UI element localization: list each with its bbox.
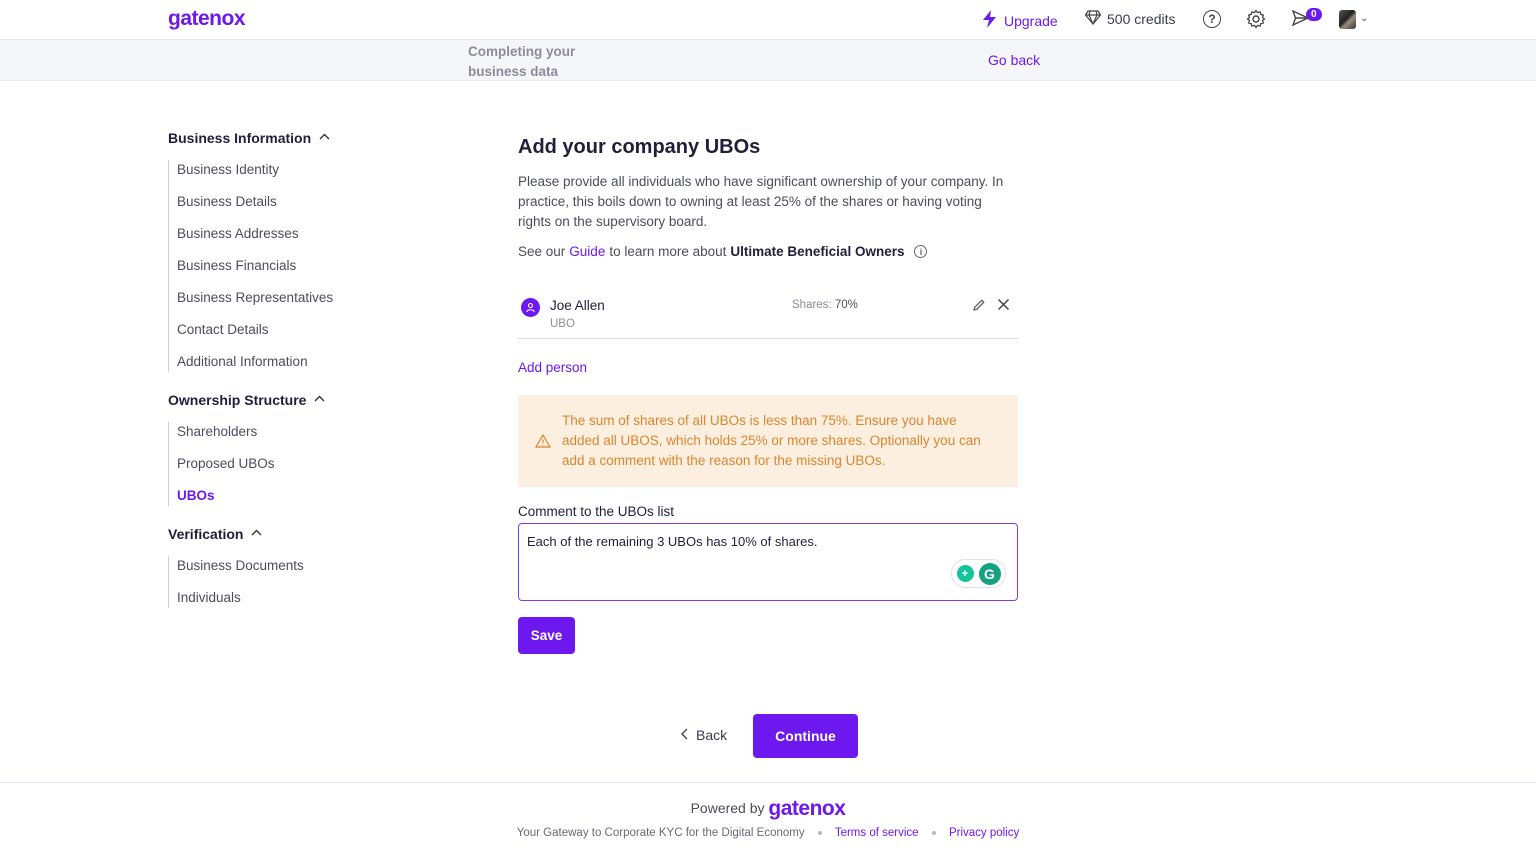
sidebar-navigation: Business Information Business Identity B… [168, 128, 428, 626]
upgrade-label: Upgrade [1004, 12, 1058, 29]
chevron-up-icon [314, 393, 325, 405]
sidebar-item-business-details[interactable]: Business Details [169, 192, 428, 224]
sidebar-section-header[interactable]: Verification [168, 524, 428, 544]
sidebar-section-business-information: Business Information Business Identity B… [168, 128, 428, 372]
guide-middle: to learn more about [609, 244, 727, 259]
chevron-down-icon[interactable]: ⌄ [1360, 13, 1368, 24]
go-back-link[interactable]: Go back [988, 52, 1040, 68]
powered-by-label: Powered by [690, 800, 765, 816]
gatenox-logo[interactable]: gatenox [168, 7, 246, 31]
sidebar-section-list: Business Identity Business Details Busin… [168, 160, 428, 372]
sidebar-section-list: Business Documents Individuals [168, 556, 428, 608]
guide-line: See our Guide to learn more about Ultima… [518, 244, 1018, 259]
top-navigation-bar: gatenox Upgrade 500 credits ? 0 ⌄ [0, 0, 1536, 40]
ubo-shares: Shares: 70% [792, 299, 858, 311]
sidebar-item-business-addresses[interactable]: Business Addresses [169, 224, 428, 256]
person-icon [521, 298, 540, 317]
add-person-button[interactable]: Add person [518, 360, 587, 375]
privacy-policy-link[interactable]: Privacy policy [949, 827, 1019, 839]
guide-term: Ultimate Beneficial Owners [730, 244, 905, 259]
sidebar-section-header[interactable]: Business Information [168, 128, 428, 148]
page-description: Please provide all individuals who have … [518, 174, 1004, 229]
sidebar-item-ubos[interactable]: UBOs [169, 486, 428, 506]
sidebar-item-business-representatives[interactable]: Business Representatives [169, 288, 428, 320]
pencil-icon[interactable] [972, 298, 986, 317]
footer-links: Your Gateway to Corporate KYC for the Di… [0, 827, 1536, 839]
footer-tagline: Your Gateway to Corporate KYC for the Di… [516, 827, 805, 839]
lightbulb-icon[interactable]: + [956, 565, 974, 582]
sidebar-item-contact-details[interactable]: Contact Details [169, 320, 428, 352]
subbar-title: Completing your business data [468, 44, 576, 79]
warning-text: The sum of shares of all UBOs is less th… [562, 413, 981, 468]
save-button[interactable]: Save [518, 617, 575, 654]
close-icon[interactable] [997, 298, 1010, 316]
diamond-icon [1084, 10, 1102, 28]
footer-logo[interactable]: gatenox [768, 797, 846, 820]
upgrade-button[interactable]: Upgrade [981, 10, 1058, 31]
section-title: Ownership Structure [168, 392, 307, 408]
back-button[interactable]: Back [681, 727, 727, 743]
help-icon[interactable]: ? [1203, 10, 1221, 28]
ubo-role: UBO [550, 318, 575, 330]
separator-dot [817, 831, 822, 835]
credits-label: 500 credits [1107, 11, 1176, 27]
separator-dot [931, 831, 936, 835]
footer: Powered by gatenox Your Gateway to Corpo… [0, 782, 1536, 861]
ubo-list-item: Joe Allen UBO Shares: 70% [518, 292, 1018, 339]
sidebar-item-additional-information[interactable]: Additional Information [169, 352, 428, 372]
comment-textarea[interactable]: Each of the remaining 3 UBOs has 10% of … [518, 523, 1018, 601]
sidebar-item-individuals[interactable]: Individuals [169, 588, 428, 608]
page-title: Add your company UBOs [518, 136, 761, 158]
shares-value: 70% [834, 299, 858, 311]
terms-of-service-link[interactable]: Terms of service [835, 827, 919, 839]
sidebar-section-header[interactable]: Ownership Structure [168, 390, 428, 410]
avatar[interactable] [1339, 10, 1356, 29]
continue-button[interactable]: Continue [753, 714, 858, 758]
progress-subbar: Completing your business data Go back [0, 40, 1536, 81]
gear-icon[interactable] [1246, 9, 1266, 34]
sidebar-item-business-financials[interactable]: Business Financials [169, 256, 428, 288]
sidebar-section-verification: Verification Business Documents Individu… [168, 524, 428, 608]
guide-prefix: See our [518, 244, 566, 259]
info-icon[interactable]: i [914, 245, 928, 258]
sidebar-section-list: Shareholders Proposed UBOs UBOs [168, 422, 428, 506]
credits-indicator[interactable]: 500 credits [1084, 10, 1176, 28]
ubos-form: Add your company UBOs Please provide all… [518, 136, 1018, 259]
warning-icon [534, 433, 552, 453]
comment-label: Comment to the UBOs list [518, 504, 675, 519]
chevron-left-icon [681, 727, 688, 743]
back-label: Back [696, 727, 728, 743]
notification-badge: 0 [1306, 8, 1322, 21]
shares-label: Shares: [792, 299, 832, 311]
bolt-icon [981, 10, 998, 31]
powered-by: Powered by gatenox [0, 797, 1536, 821]
sidebar-section-ownership-structure: Ownership Structure Shareholders Propose… [168, 390, 428, 506]
guide-link[interactable]: Guide [569, 244, 605, 259]
sidebar-item-shareholders[interactable]: Shareholders [169, 422, 428, 454]
warning-alert: The sum of shares of all UBOs is less th… [518, 395, 1018, 487]
grammarly-widget[interactable]: + G [951, 559, 1006, 588]
sidebar-item-business-documents[interactable]: Business Documents [169, 556, 428, 588]
ubo-name: Joe Allen [550, 298, 605, 313]
chevron-up-icon [319, 131, 330, 143]
sidebar-item-business-identity[interactable]: Business Identity [169, 160, 428, 192]
chevron-up-icon [251, 527, 262, 539]
sidebar-item-proposed-ubos[interactable]: Proposed UBOs [169, 454, 428, 486]
grammarly-icon[interactable]: G [978, 562, 1001, 585]
section-title: Verification [168, 526, 244, 542]
section-title: Business Information [168, 130, 312, 146]
